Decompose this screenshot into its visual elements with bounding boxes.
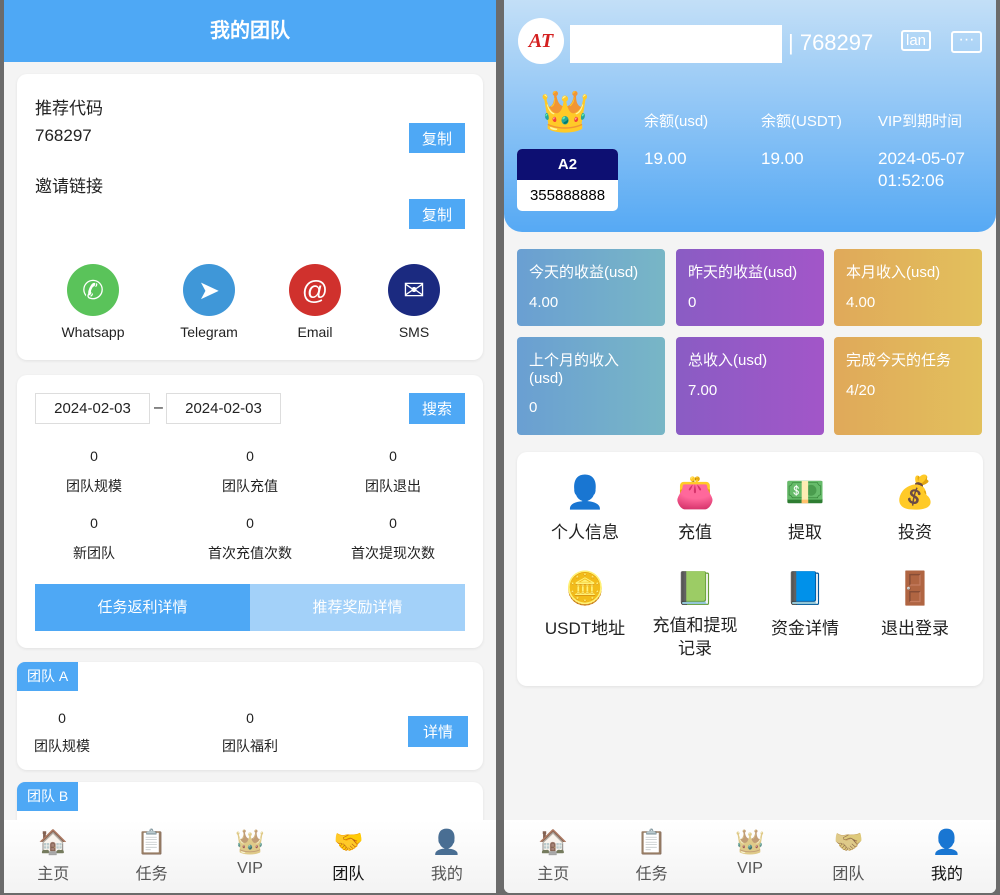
share-label: SMS <box>398 324 430 340</box>
crown-icon: 👑 <box>735 829 765 856</box>
balance-usdt: 余额(USDT) 19.00 <box>761 113 842 168</box>
menu-fund-details[interactable]: 📘 资金详情 <box>750 566 860 639</box>
tab-task-rebate[interactable]: 任务返利详情 <box>35 584 250 631</box>
user-icon: 👤 <box>431 829 462 856</box>
home-icon: 🏠 <box>538 829 569 856</box>
nav-team[interactable]: 🤝 团队 <box>299 820 397 893</box>
share-telegram[interactable]: ➤ Telegram <box>169 264 249 340</box>
email-icon: @ <box>289 264 341 316</box>
tile-month-income: 本月收入(usd) 4.00 <box>834 249 982 326</box>
balance-usd: 余额(usd) 19.00 <box>644 113 709 168</box>
share-whatsapp[interactable]: ✆ Whatsapp <box>53 264 133 340</box>
ledger-icon: 📘 <box>785 570 825 606</box>
clipboard-icon: 📋 <box>136 829 167 856</box>
nav-tasks[interactable]: 📋 任务 <box>602 820 700 893</box>
profile-header: AT | 768297 lan ··· 👑 A2 355888888 余额(us… <box>504 0 996 232</box>
share-label: Email <box>297 324 333 340</box>
cash-icon: 💵 <box>785 474 825 510</box>
detail-tabs: 任务返利详情 推荐奖励详情 <box>35 584 465 631</box>
stat-team-size: 0 团队规模 <box>66 448 122 494</box>
menu-usdt-address[interactable]: 🪙 USDT地址 <box>530 566 640 639</box>
stat-first-recharge: 0 首次充值次数 <box>208 515 292 561</box>
money-bag-icon: 💰 <box>895 474 935 510</box>
team-stats-card: 2024-02-03 – 2024-02-03 搜索 0 团队规模 0 团队充值 0… <box>17 375 483 648</box>
tile-total-income: 总收入(usd) 7.00 <box>676 337 824 435</box>
app-logo: AT <box>518 18 564 64</box>
menu-personal-info[interactable]: 👤 个人信息 <box>530 470 640 543</box>
phone-number: 355888888 <box>529 187 606 204</box>
bottom-nav: 🏠 主页 📋 任务 👑 VIP 🤝 团队 👤 我的 <box>504 820 996 893</box>
tile-yesterday-earnings: 昨天的收益(usd) 0 <box>676 249 824 326</box>
menu-logout[interactable]: 🚪 退出登录 <box>860 566 970 639</box>
menu-card: 👤 个人信息 👛 充值 💵 提取 💰 投资 🪙 USDT地址 📗 充值和提现记录 📘 资金详情… <box>517 452 983 686</box>
handshake-icon: 🤝 <box>333 829 364 856</box>
home-icon: 🏠 <box>38 829 69 856</box>
team-a-card: 团队 A 0 团队规模 0 团队福利 详情 <box>17 662 483 770</box>
copy-link-button[interactable]: 复制 <box>409 199 465 229</box>
whatsapp-icon: ✆ <box>67 264 119 316</box>
stat-new-team: 0 新团队 <box>73 515 115 561</box>
nav-home[interactable]: 🏠 主页 <box>504 820 602 893</box>
wallet-icon: 👛 <box>675 474 715 510</box>
profile-page: AT | 768297 lan ··· 👑 A2 355888888 余额(us… <box>504 0 996 893</box>
team-b-tag: 团队 B <box>17 782 79 811</box>
user-info-icon: 👤 <box>565 474 605 510</box>
team-a-detail-button[interactable]: 详情 <box>408 716 468 747</box>
nav-team[interactable]: 🤝 团队 <box>799 820 897 893</box>
team-a-welfare: 0 团队福利 <box>222 710 278 754</box>
referral-code-label: 推荐代码 <box>35 99 103 118</box>
handshake-icon: 🤝 <box>833 829 864 856</box>
usdt-coin-icon: 🪙 <box>565 570 605 606</box>
crown-icon: 👑 <box>540 90 590 134</box>
menu-recharge[interactable]: 👛 充值 <box>640 470 750 543</box>
vip-level: A2 <box>517 149 618 180</box>
tile-today-tasks: 完成今天的任务 4/20 <box>834 337 982 435</box>
tab-referral-reward[interactable]: 推荐奖励详情 <box>250 584 465 631</box>
tile-last-month-income: 上个月的收入(usd) 0 <box>517 337 665 435</box>
team-a-size: 0 团队规模 <box>34 710 90 754</box>
user-id: | 768297 <box>788 30 874 55</box>
sms-icon: ✉ <box>388 264 440 316</box>
start-date-input[interactable]: 2024-02-03 <box>35 393 150 424</box>
search-button[interactable]: 搜索 <box>409 393 465 424</box>
stat-team-recharge: 0 团队充值 <box>222 448 278 494</box>
menu-records[interactable]: 📗 充值和提现记录 <box>640 566 750 660</box>
nav-mine[interactable]: 👤 我的 <box>398 820 496 893</box>
menu-withdraw[interactable]: 💵 提取 <box>750 470 860 543</box>
crown-icon: 👑 <box>235 829 265 856</box>
nav-tasks[interactable]: 📋 任务 <box>102 820 200 893</box>
clipboard-icon: 📋 <box>636 829 667 856</box>
end-date-input[interactable]: 2024-02-03 <box>166 393 281 424</box>
username-redacted <box>570 25 782 63</box>
invite-link-label: 邀请链接 <box>35 177 103 196</box>
share-label: Whatsapp <box>61 324 125 340</box>
share-email[interactable]: @ Email <box>275 264 355 340</box>
notebook-icon: 📗 <box>675 570 715 606</box>
team-page: 我的团队 推荐代码 768297 复制 邀请链接 复制 ✆ Whatsapp ➤ T… <box>4 0 496 893</box>
nav-mine[interactable]: 👤 我的 <box>898 820 996 893</box>
tile-today-earnings: 今天的收益(usd) 4.00 <box>517 249 665 326</box>
referral-code: 768297 <box>35 126 92 145</box>
copy-code-button[interactable]: 复制 <box>409 123 465 153</box>
page-title: 我的团队 <box>4 0 496 62</box>
language-button[interactable]: lan <box>901 30 932 51</box>
message-icon[interactable]: ··· <box>951 31 982 53</box>
menu-invest[interactable]: 💰 投资 <box>860 470 970 543</box>
nav-vip[interactable]: 👑 VIP <box>201 820 299 893</box>
referral-card: 推荐代码 768297 复制 邀请链接 复制 ✆ Whatsapp ➤ Telegr… <box>17 74 483 360</box>
stat-team-withdraw: 0 团队退出 <box>365 448 421 494</box>
team-a-tag: 团队 A <box>17 662 79 691</box>
user-icon: 👤 <box>931 829 962 856</box>
share-sms[interactable]: ✉ SMS <box>374 264 454 340</box>
bottom-nav: 🏠 主页 📋 任务 👑 VIP 🤝 团队 👤 我的 <box>4 820 496 893</box>
logout-door-icon: 🚪 <box>895 570 935 606</box>
date-separator: – <box>154 399 163 416</box>
telegram-icon: ➤ <box>183 264 235 316</box>
nav-home[interactable]: 🏠 主页 <box>4 820 102 893</box>
vip-badge: A2 355888888 <box>517 149 618 211</box>
vip-expiry: VIP到期时间 2024-05-07 01:52:06 <box>878 113 965 190</box>
nav-vip[interactable]: 👑 VIP <box>701 820 799 893</box>
stat-first-withdraw: 0 首次提现次数 <box>351 515 435 561</box>
share-label: Telegram <box>180 324 238 340</box>
